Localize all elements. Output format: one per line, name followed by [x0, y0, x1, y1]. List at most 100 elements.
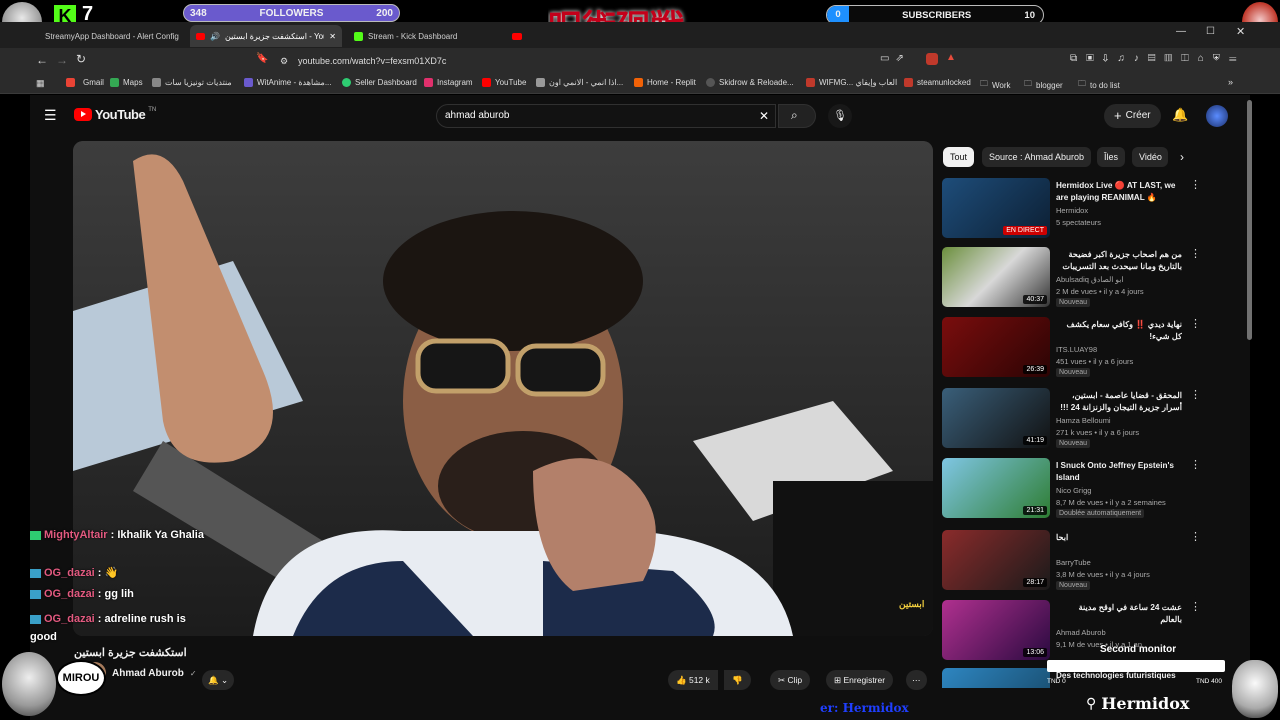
recommendation-item[interactable]: 40:37 من هم اصحاب جزيرة اكبر فضيحة بالتا… [942, 247, 1201, 311]
chip-islands[interactable]: Îles [1097, 147, 1126, 167]
toolbar-icons[interactable]: ⧉▣⇩♫♪▤▥◫⌂⛨☰ [1070, 53, 1245, 64]
bookmark-instagram[interactable]: Instagram [424, 78, 473, 87]
create-button[interactable]: + Créer [1104, 104, 1161, 128]
bookmark-seller-dashboard[interactable]: Seller Dashboard [342, 78, 417, 87]
bookmark-icon[interactable]: 🔖 [256, 53, 268, 64]
more-options-icon[interactable]: ⋮ [1190, 602, 1201, 613]
seller-icon [342, 78, 351, 87]
hamburger-menu-icon[interactable]: ☰ [44, 107, 57, 124]
speaker-icon[interactable]: 🔊 [210, 32, 220, 41]
like-button[interactable]: 👍 512 k [668, 670, 718, 690]
more-options-icon[interactable]: ⋮ [1190, 180, 1201, 191]
new-badge: Nouveau [1056, 439, 1091, 448]
more-options-icon[interactable]: ⋮ [1190, 249, 1201, 260]
bookmark-skidrow[interactable]: Skidrow & Reloade... [706, 78, 794, 87]
channel-title[interactable]: Ahmad Aburob [112, 668, 184, 679]
notifications-bell-icon[interactable]: 🔔 [1172, 107, 1188, 123]
video-thumbnail[interactable] [942, 668, 1050, 688]
bookmark-wifmg[interactable]: WIFMG... العاب وإيفاي [806, 78, 897, 87]
back-icon[interactable]: ← [36, 53, 48, 67]
tab-streamyapp[interactable]: StreamyApp Dashboard - Alert Config [34, 25, 184, 47]
bookmark-maps[interactable]: Maps [110, 78, 143, 87]
notification-bell-button[interactable]: 🔔 ⌄ [202, 670, 235, 690]
channel-name[interactable]: Hermidox [1056, 206, 1088, 215]
video-title[interactable]: المحقق - قضايا عاصمة - ابستين، أسرار جزي… [1056, 390, 1182, 414]
chip-all[interactable]: Tout [943, 147, 975, 167]
chat-message: MightyAltair : Ikhalik Ya Ghalia [30, 526, 210, 544]
channel-name[interactable]: Ahmad Aburob [1056, 628, 1106, 637]
clear-search-icon[interactable]: ✕ [759, 105, 769, 127]
chip-video[interactable]: Vidéo [1132, 147, 1168, 167]
bookmark-witanime[interactable]: WitAnime - مشاهدة... [244, 78, 331, 87]
tab-youtube-video[interactable]: 🔊 استكشفت جزيرة ابستين - YouTube ✕ [190, 25, 342, 47]
chip-source[interactable]: Source : Ahmad Aburob [982, 147, 1092, 167]
page-scrollbar[interactable] [1247, 100, 1252, 340]
video-thumbnail[interactable]: 41:19 [942, 388, 1050, 448]
window-minimize-icon[interactable]: — [1176, 26, 1186, 37]
bookmark-folder-blogger[interactable]: 🗀 blogger [1024, 78, 1063, 92]
video-title[interactable]: عشت 24 ساعة في اوقح مدينة بالعالم [1056, 602, 1182, 626]
extension-triangle-icon[interactable]: ▲ [946, 52, 956, 63]
recommendation-item[interactable]: 41:19 المحقق - قضايا عاصمة - ابستين، أسر… [942, 388, 1201, 452]
video-title[interactable]: I Snuck Onto Jeffrey Epstein's Island [1056, 460, 1182, 484]
more-options-icon[interactable]: ⋮ [1190, 460, 1201, 471]
tab-youtube-extra[interactable] [506, 25, 532, 47]
youtube-logo[interactable]: YouTube TN [74, 107, 156, 122]
search-button[interactable]: ⌕ [778, 104, 816, 128]
bookmark-steamunlocked[interactable]: steamunlocked [904, 78, 971, 87]
video-thumbnail[interactable]: 13:06 [942, 600, 1050, 660]
extensions-icons[interactable]: ▭⇗ [880, 53, 910, 64]
video-title[interactable]: من هم اصحاب جزيرة اكبر فضيحة بالتاريخ وم… [1056, 249, 1182, 273]
recommendation-item[interactable]: 21:31 I Snuck Onto Jeffrey Epstein's Isl… [942, 458, 1201, 522]
recommendation-item[interactable]: 26:39 نهاية ديدي ‼️ وكافي سعام يكشف كل ش… [942, 317, 1201, 381]
video-title[interactable]: نهاية ديدي ‼️ وكافي سعام يكشف كل شيء! [1056, 319, 1182, 343]
bookmark-replit[interactable]: Home - Replit [634, 78, 696, 87]
video-title[interactable]: Hermidox Live 🔴 AT LAST, we are playing … [1056, 180, 1182, 204]
forward-icon[interactable]: → [56, 53, 68, 67]
bookmark-label: Gmail [83, 78, 104, 87]
url-bar[interactable]: ⚙ youtube.com/watch?v=fexsm01XD7c [272, 52, 952, 70]
save-button[interactable]: ⊞ Enregistrer [826, 670, 894, 690]
tab-close-icon[interactable]: ✕ [329, 32, 336, 41]
video-thumbnail[interactable]: 21:31 [942, 458, 1050, 518]
recommendation-item[interactable]: 28:17 ابحا BarryTube 3,8 M de vues • il … [942, 530, 1201, 594]
bookmark-folder-todo[interactable]: 🗀 to do list [1078, 78, 1120, 92]
video-player[interactable]: ابستين [73, 141, 933, 636]
recommendation-item[interactable]: EN DIRECT Hermidox Live 🔴 AT LAST, we ar… [942, 178, 1201, 242]
bookmark-tunisiasat[interactable]: منتديات تونيزيا سات [152, 78, 232, 87]
more-options-icon[interactable]: ⋮ [1190, 390, 1201, 401]
bookmark-folder-work[interactable]: 🗀 Work [980, 78, 1011, 92]
reload-icon[interactable]: ↻ [76, 52, 86, 66]
video-meta: 3,8 M de vues • il y a 4 jours [1056, 570, 1150, 579]
bookmark-gmail[interactable]: Gmail [66, 78, 104, 87]
apps-grid-icon[interactable]: ▦ [36, 78, 45, 89]
more-options-icon[interactable]: ⋮ [1190, 532, 1201, 543]
channel-name[interactable]: Hamza Belloumi [1056, 416, 1111, 425]
video-title[interactable]: ابحا [1056, 532, 1182, 544]
channel-name[interactable]: ITS.LUAY98 [1056, 345, 1097, 354]
bookmark-youtube[interactable]: YouTube [482, 78, 526, 87]
chips-next-icon[interactable]: › [1180, 150, 1184, 164]
video-thumbnail[interactable]: 28:17 [942, 530, 1050, 590]
bookmark-anime[interactable]: اذا انمي - الانمي اون... [536, 78, 623, 87]
channel-name[interactable]: BarryTube [1056, 558, 1091, 567]
tab-kick-dashboard[interactable]: Stream - Kick Dashboard [348, 25, 498, 47]
search-input[interactable]: ahmad aburob ✕ [436, 104, 776, 128]
clip-button[interactable]: ✂ Clip [770, 670, 811, 690]
extension-red-icon[interactable] [926, 53, 938, 65]
site-info-icon[interactable]: ⚙ [280, 52, 288, 70]
window-maximize-icon[interactable]: ☐ [1206, 26, 1215, 37]
video-thumbnail[interactable]: 26:39 [942, 317, 1050, 377]
folder-icon: 🗀 [1078, 79, 1086, 88]
voice-search-button[interactable]: 🎙 [828, 104, 852, 128]
bookmarks-overflow-icon[interactable]: » [1228, 77, 1233, 87]
channel-name[interactable]: Nico Grigg [1056, 486, 1091, 495]
video-thumbnail[interactable]: EN DIRECT [942, 178, 1050, 238]
window-close-icon[interactable]: ✕ [1236, 25, 1245, 38]
more-actions-button[interactable]: ⋯ [906, 670, 927, 690]
account-avatar[interactable] [1206, 105, 1228, 127]
channel-name[interactable]: Abulsadiq ابو الصادق [1056, 275, 1123, 284]
video-thumbnail[interactable]: 40:37 [942, 247, 1050, 307]
dislike-button[interactable]: 👎 [724, 670, 751, 690]
more-options-icon[interactable]: ⋮ [1190, 319, 1201, 330]
